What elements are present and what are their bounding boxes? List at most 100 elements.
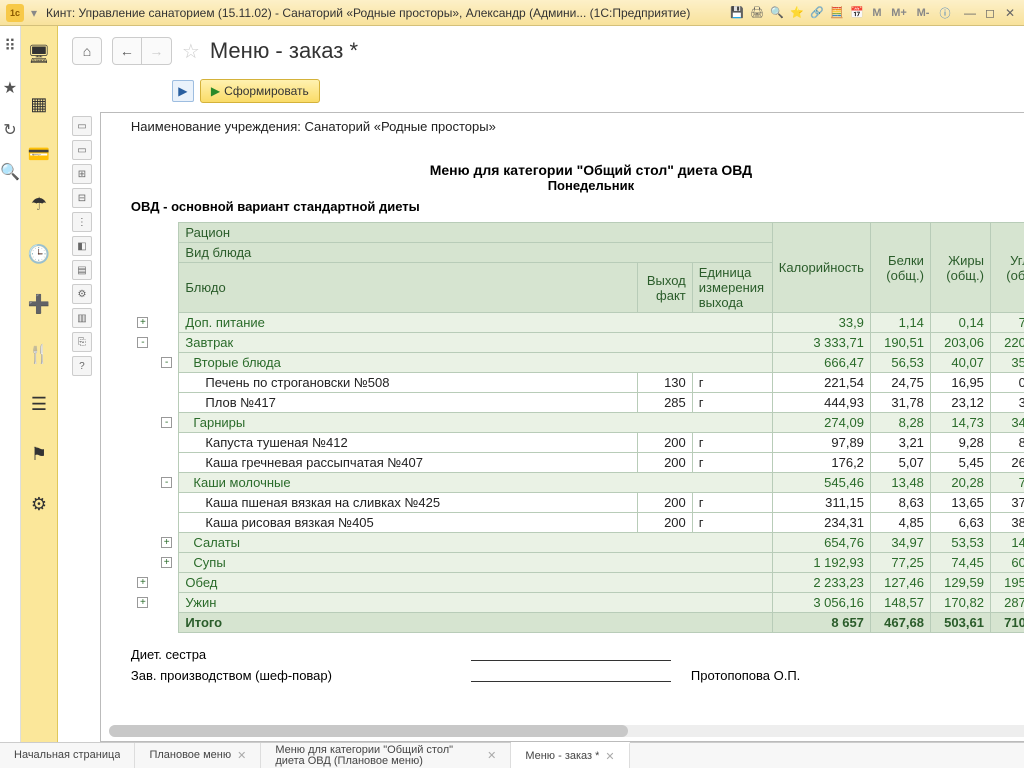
menu-title: Меню для категории "Общий стол" диета ОВ… — [131, 162, 1024, 178]
table-row: -Каши молочные545,4613,4820,2875,9 — [131, 473, 1024, 493]
th-dish: Блюдо — [179, 263, 637, 313]
window-tab[interactable]: Начальная страница — [0, 743, 135, 768]
tree-toggle[interactable]: + — [161, 537, 172, 548]
search-icon[interactable]: 🔍 — [0, 162, 20, 182]
menu-day: Понедельник — [131, 178, 1024, 193]
forward-button[interactable]: → — [142, 37, 172, 65]
tool-10[interactable]: ⎘ — [72, 332, 92, 352]
minimize-button[interactable]: — — [962, 5, 978, 21]
table-row: Итого8 657467,68503,61710,37 — [131, 613, 1024, 633]
food-icon[interactable]: 🍴 — [21, 336, 57, 372]
desktop-icon[interactable]: 🖥 — [21, 36, 57, 72]
row-label: Завтрак — [179, 333, 772, 353]
maximize-button[interactable]: ◻ — [982, 5, 998, 21]
link-icon[interactable]: 🔗 — [808, 4, 826, 22]
back-button[interactable]: ← — [112, 37, 142, 65]
row-label: Вторые блюда — [179, 353, 772, 373]
favorite-toggle[interactable]: ☆ — [182, 39, 200, 64]
table-row: -Завтрак3 333,71190,51203,06220,58 — [131, 333, 1024, 353]
table-row: +Ужин3 056,16148,57170,82287,21 — [131, 593, 1024, 613]
tool-5[interactable]: ⋮ — [72, 212, 92, 232]
star-icon[interactable]: ★ — [3, 78, 17, 98]
tab-close-icon[interactable]: ✕ — [237, 749, 246, 762]
sig-chef-label: Зав. производством (шеф-повар) — [131, 668, 471, 683]
tool-1[interactable]: ▭ — [72, 116, 92, 136]
window-tab[interactable]: Меню - заказ *✕ — [511, 742, 629, 768]
tree-toggle[interactable]: + — [137, 577, 148, 588]
tree-toggle[interactable]: - — [161, 417, 172, 428]
signatures: Диет. сестра Зав. производством (шеф-пов… — [131, 647, 1024, 683]
dish-name: Печень по строгановски №508 — [179, 373, 637, 393]
row-label: Обед — [179, 573, 772, 593]
tab-close-icon[interactable]: ✕ — [487, 749, 496, 762]
tree-toggle[interactable]: - — [161, 357, 172, 368]
close-button[interactable]: ✕ — [1002, 5, 1018, 21]
dish-name: Плов №417 — [179, 393, 637, 413]
table-row: Каша гречневая рассыпчатая №407200г176,2… — [131, 453, 1024, 473]
table-row: -Гарниры274,098,2814,7334,37 — [131, 413, 1024, 433]
m-minus-icon[interactable]: M- — [912, 4, 934, 22]
menu-table: Рацион Калорийность Белки (общ.) Жиры (о… — [131, 222, 1024, 633]
calendar-icon[interactable]: 📅 — [848, 4, 866, 22]
dish-name: Каша гречневая рассыпчатая №407 — [179, 453, 637, 473]
clock-icon[interactable]: 🕒 — [21, 236, 57, 272]
app-logo: 1c — [6, 4, 24, 22]
tool-help[interactable]: ? — [72, 356, 92, 376]
history-icon[interactable]: ↻ — [3, 120, 16, 140]
row-label: Супы — [179, 553, 772, 573]
sig-chef-name: Протопопова О.П. — [671, 668, 871, 683]
expand-panel-button[interactable]: ▶ — [172, 80, 194, 102]
tree-toggle[interactable]: + — [137, 317, 148, 328]
tool-4[interactable]: ⊟ — [72, 188, 92, 208]
flag-icon[interactable]: ⚑ — [21, 436, 57, 472]
window-tab[interactable]: Меню для категории "Общий стол" диета ОВ… — [261, 743, 511, 768]
th-cal: Калорийность — [772, 223, 870, 313]
calc-icon[interactable]: 🧮 — [828, 4, 846, 22]
tree-toggle[interactable]: + — [137, 597, 148, 608]
page-title: Меню - заказ * — [210, 38, 358, 64]
apps-icon[interactable]: ⠿ — [4, 36, 16, 56]
tool-9[interactable]: ▥ — [72, 308, 92, 328]
table-row: Плов №417285г444,9331,7823,1234,7 — [131, 393, 1024, 413]
home-button[interactable]: ⌂ — [72, 37, 102, 65]
m-plus-icon[interactable]: M+ — [888, 4, 910, 22]
window-tab[interactable]: Плановое меню✕ — [135, 743, 261, 768]
diet-note: ОВД - основной вариант стандартной диеты — [131, 199, 1024, 214]
table-row: -Вторые блюда666,4756,5340,0735,14 — [131, 353, 1024, 373]
generate-label: Сформировать — [224, 84, 309, 98]
app-menu-dropdown[interactable]: ▾ — [28, 6, 40, 20]
storage-icon[interactable]: ☰ — [21, 386, 57, 422]
scrollbar-thumb[interactable] — [109, 725, 628, 737]
tool-2[interactable]: ▭ — [72, 140, 92, 160]
preview-icon[interactable]: 🔍 — [768, 4, 786, 22]
dish-name: Каша рисовая вязкая №405 — [179, 513, 637, 533]
medical-icon[interactable]: ➕ — [21, 286, 57, 322]
m-icon[interactable]: M — [868, 4, 886, 22]
window-title: Кинт: Управление санаторием (15.11.02) -… — [46, 6, 728, 20]
section-bar: 🖥 ▦ 💳 ☂ 🕒 ➕ 🍴 ☰ ⚑ ⚙ — [21, 26, 58, 742]
table-row: +Салаты654,7634,9753,5314,31 — [131, 533, 1024, 553]
dish-name: Капуста тушеная №412 — [179, 433, 637, 453]
tree-toggle[interactable]: + — [161, 557, 172, 568]
th-dishtype: Вид блюда — [179, 243, 772, 263]
horizontal-scrollbar[interactable] — [109, 725, 1024, 737]
tool-8[interactable]: ⚙ — [72, 284, 92, 304]
tool-7[interactable]: ▤ — [72, 260, 92, 280]
row-label: Салаты — [179, 533, 772, 553]
report-viewport[interactable]: Наименование учреждения: Санаторий «Родн… — [100, 112, 1024, 742]
settings-icon[interactable]: ⚙ — [21, 486, 57, 522]
save-icon[interactable]: 💾 — [728, 4, 746, 22]
info-icon[interactable]: ⓘ — [936, 4, 954, 22]
favorite-icon[interactable]: ⭐ — [788, 4, 806, 22]
tab-close-icon[interactable]: ✕ — [605, 750, 614, 763]
tool-6[interactable]: ◧ — [72, 236, 92, 256]
tree-toggle[interactable]: - — [137, 337, 148, 348]
umbrella-icon[interactable]: ☂ — [21, 186, 57, 222]
card-icon[interactable]: 💳 — [21, 136, 57, 172]
tool-3[interactable]: ⊞ — [72, 164, 92, 184]
tree-toggle[interactable]: - — [161, 477, 172, 488]
calendar-section-icon[interactable]: ▦ — [21, 86, 57, 122]
th-carb: Углев (общ.) — [990, 223, 1024, 313]
print-icon[interactable]: 🖨 — [748, 4, 766, 22]
generate-button[interactable]: ▶ Сформировать — [200, 79, 320, 103]
